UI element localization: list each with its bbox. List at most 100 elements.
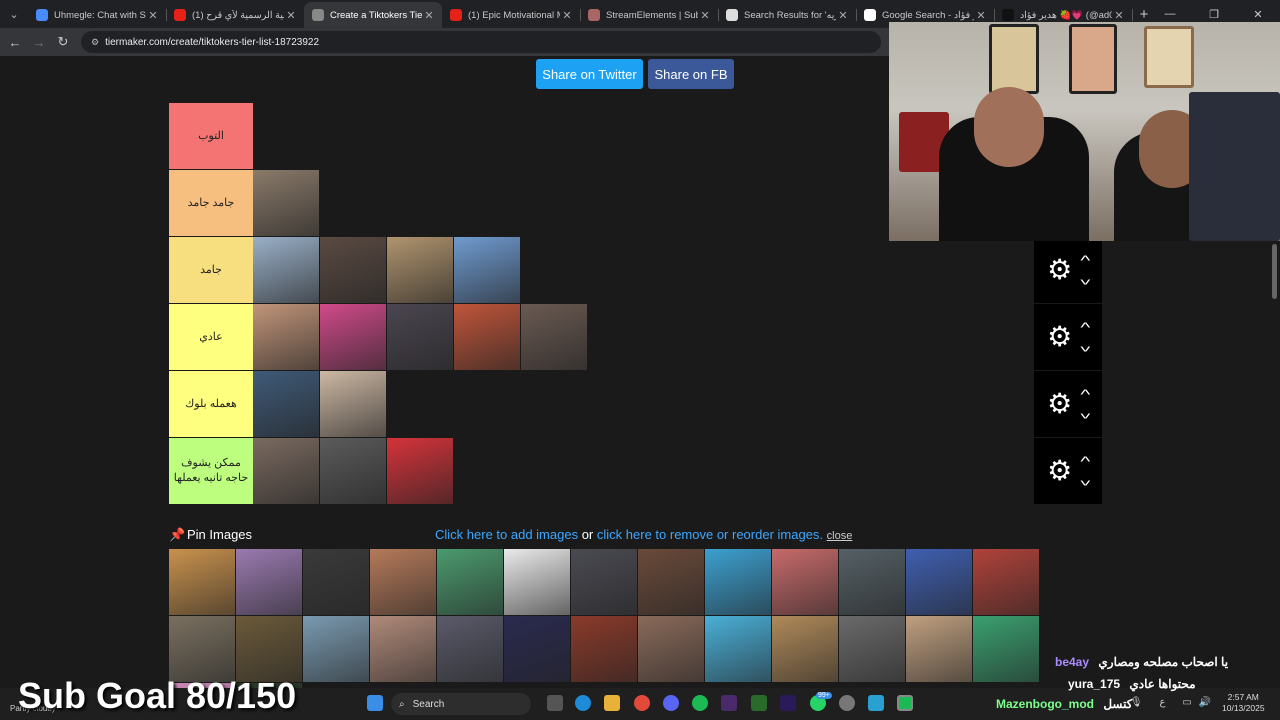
pool-image[interactable] bbox=[236, 549, 302, 615]
edge-icon[interactable] bbox=[575, 695, 591, 711]
pool-image[interactable] bbox=[437, 616, 503, 682]
tier-image[interactable] bbox=[253, 170, 319, 236]
volume-icon[interactable]: 🔊 bbox=[1198, 697, 1210, 708]
chrome-icon[interactable] bbox=[634, 695, 650, 711]
pool-image[interactable] bbox=[370, 616, 436, 682]
pin-images-label[interactable]: Pin Images bbox=[187, 527, 252, 542]
address-bar[interactable]: ⚙ tiermaker.com/create/tiktokers-tier-li… bbox=[81, 31, 881, 53]
spotify-active-icon[interactable] bbox=[897, 695, 913, 711]
tier-label[interactable]: التوب bbox=[169, 103, 253, 169]
app-icon[interactable] bbox=[751, 695, 767, 711]
tier-image[interactable] bbox=[320, 304, 386, 370]
tab-close-icon[interactable]: ✕ bbox=[698, 9, 712, 22]
tier-label[interactable]: ممكن يشوف حاجه تانيه يعملها bbox=[169, 438, 253, 504]
clock[interactable]: 2:57 AM 10/13/2025 bbox=[1222, 692, 1265, 715]
pool-image[interactable] bbox=[973, 616, 1039, 682]
tab-close-icon[interactable]: ✕ bbox=[284, 9, 298, 22]
tier-label[interactable]: عادي bbox=[169, 304, 253, 370]
pool-image[interactable] bbox=[303, 616, 369, 682]
tier-image[interactable] bbox=[387, 438, 453, 504]
pool-image[interactable] bbox=[638, 616, 704, 682]
pool-image[interactable] bbox=[839, 616, 905, 682]
tier-image[interactable] bbox=[253, 371, 319, 437]
tier-image[interactable] bbox=[320, 237, 386, 303]
tab-close-icon[interactable]: ✕ bbox=[1112, 9, 1126, 22]
discord-icon[interactable] bbox=[663, 695, 679, 711]
tab-close-icon[interactable]: ✕ bbox=[560, 9, 574, 22]
chevron-down-icon[interactable]: ^ bbox=[1081, 272, 1091, 288]
browser-tab[interactable]: StreamElements | Subath✕ bbox=[580, 2, 719, 28]
share-twitter-button[interactable]: Share on Twitter bbox=[536, 59, 643, 89]
tier-label[interactable]: جامد جامد bbox=[169, 170, 253, 236]
minimize-icon[interactable]: — bbox=[1148, 8, 1192, 20]
pin-icon[interactable]: 📌 bbox=[169, 527, 185, 543]
scrollbar-thumb[interactable] bbox=[1272, 244, 1277, 299]
tab-close-icon[interactable]: ✕ bbox=[422, 9, 436, 22]
pool-image[interactable] bbox=[303, 549, 369, 615]
pool-image[interactable] bbox=[705, 549, 771, 615]
browser-tab[interactable]: (1) Epic Motivational Musi✕ bbox=[442, 2, 581, 28]
chevron-down-icon[interactable]: ^ bbox=[1081, 473, 1091, 489]
chevron-down-icon[interactable]: ^ bbox=[1081, 406, 1091, 422]
notepad-icon[interactable] bbox=[868, 695, 884, 711]
pool-image[interactable] bbox=[906, 616, 972, 682]
tier-image[interactable] bbox=[253, 304, 319, 370]
pool-image[interactable] bbox=[571, 616, 637, 682]
tab-search-icon[interactable]: ⌄ bbox=[0, 0, 28, 28]
reload-icon[interactable]: ↻ bbox=[51, 34, 75, 50]
gear-icon[interactable]: ⚙ bbox=[1047, 457, 1072, 485]
browser-tab[interactable]: (1) الأغنية الرسمية لأي قرح✕ bbox=[166, 2, 304, 28]
pool-image[interactable] bbox=[839, 549, 905, 615]
forward-icon[interactable]: → bbox=[27, 35, 51, 50]
site-info-icon[interactable]: ⚙ bbox=[91, 37, 99, 48]
app-icon[interactable] bbox=[721, 695, 737, 711]
tab-close-icon[interactable]: ✕ bbox=[974, 9, 988, 22]
tier-label[interactable]: هعمله بلوك bbox=[169, 371, 253, 437]
close-window-icon[interactable]: ✕ bbox=[1236, 8, 1280, 21]
app-icon[interactable] bbox=[839, 695, 855, 711]
tier-image[interactable] bbox=[253, 237, 319, 303]
premiere-icon[interactable] bbox=[780, 695, 796, 711]
pool-image[interactable] bbox=[705, 616, 771, 682]
remove-images-link[interactable]: click here to remove or reorder images. bbox=[597, 527, 823, 542]
pool-image[interactable] bbox=[236, 616, 302, 682]
tier-image[interactable] bbox=[253, 438, 319, 504]
tier-image[interactable] bbox=[521, 304, 587, 370]
tier-image[interactable] bbox=[454, 304, 520, 370]
tab-close-icon[interactable]: ✕ bbox=[836, 9, 850, 22]
pool-image[interactable] bbox=[973, 549, 1039, 615]
pool-image[interactable] bbox=[169, 549, 235, 615]
gear-icon[interactable]: ⚙ bbox=[1047, 256, 1072, 284]
pool-image[interactable] bbox=[370, 549, 436, 615]
task-view-icon[interactable] bbox=[547, 695, 563, 711]
chevron-up-icon[interactable]: ^ bbox=[1081, 253, 1091, 267]
pool-image[interactable] bbox=[504, 616, 570, 682]
pool-image[interactable] bbox=[638, 549, 704, 615]
pool-image[interactable] bbox=[571, 549, 637, 615]
share-fb-button[interactable]: Share on FB bbox=[648, 59, 734, 89]
pool-image[interactable] bbox=[906, 549, 972, 615]
tier-image[interactable] bbox=[387, 237, 453, 303]
spotify-icon[interactable] bbox=[692, 695, 708, 711]
chevron-up-icon[interactable]: ^ bbox=[1081, 454, 1091, 468]
tier-image[interactable] bbox=[454, 237, 520, 303]
file-explorer-icon[interactable] bbox=[604, 695, 620, 711]
pool-image[interactable] bbox=[772, 549, 838, 615]
back-icon[interactable]: ← bbox=[3, 35, 27, 50]
taskbar-search[interactable]: ⌕ Search bbox=[391, 693, 531, 715]
chevron-down-icon[interactable]: ^ bbox=[1081, 339, 1091, 355]
close-link[interactable]: close bbox=[827, 530, 853, 542]
network-icon[interactable]: ▭ bbox=[1182, 697, 1191, 708]
pool-image[interactable] bbox=[437, 549, 503, 615]
tier-image[interactable] bbox=[320, 438, 386, 504]
browser-tab[interactable]: Create a Tiktokers Tier Lis✕ bbox=[304, 2, 442, 28]
pool-image[interactable] bbox=[504, 549, 570, 615]
tier-image[interactable] bbox=[387, 304, 453, 370]
tab-close-icon[interactable]: ✕ bbox=[146, 9, 160, 22]
chevron-up-icon[interactable]: ^ bbox=[1081, 320, 1091, 334]
language-indicator[interactable]: ع bbox=[1159, 697, 1165, 708]
tier-label[interactable]: جامد bbox=[169, 237, 253, 303]
chevron-up-icon[interactable]: ^ bbox=[1081, 387, 1091, 401]
gear-icon[interactable]: ⚙ bbox=[1047, 323, 1072, 351]
pool-image[interactable] bbox=[169, 616, 235, 682]
